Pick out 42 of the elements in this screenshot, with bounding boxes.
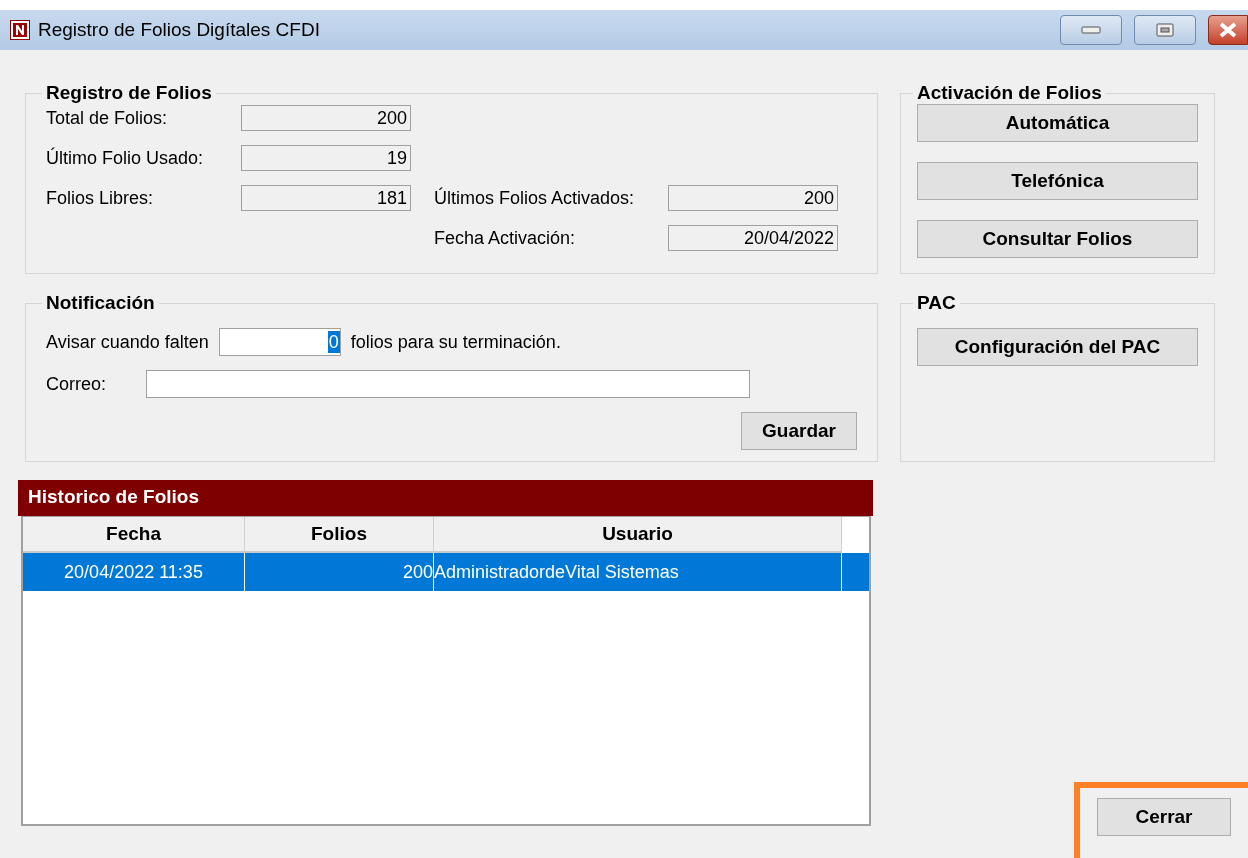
cerrar-button[interactable]: Cerrar	[1097, 798, 1231, 836]
app-logo-icon	[10, 20, 30, 40]
panel-header: Historico de Folios	[18, 480, 873, 516]
close-button[interactable]	[1208, 15, 1248, 45]
field-label: folios para su terminación.	[350, 331, 561, 353]
readonly-field: 19	[241, 145, 411, 171]
readonly-field: 200	[668, 185, 838, 211]
pac-config-button[interactable]: Configuración del PAC	[917, 328, 1198, 366]
field-label: Correo:	[46, 373, 107, 395]
activation-button[interactable]: Automática	[917, 104, 1198, 142]
field-label: Folios Libres:	[46, 187, 155, 209]
group-title: PAC	[916, 292, 957, 314]
table-cell[interactable]: AdministradordeVital Sistemas	[434, 553, 842, 591]
readonly-field: 200	[241, 105, 411, 131]
column-header[interactable]: Usuario	[434, 517, 842, 553]
column-header[interactable]: Folios	[245, 517, 434, 553]
save-button[interactable]: Guardar	[741, 412, 857, 450]
readonly-field: 20/04/2022	[668, 225, 838, 251]
group-title: Registro de Folios	[45, 82, 213, 104]
minimize-button[interactable]	[1060, 15, 1122, 45]
field-label: Avisar cuando falten	[46, 331, 209, 353]
window-title: Registro de Folios Digítales CFDI	[38, 19, 321, 41]
table-cell[interactable]: 200	[245, 553, 434, 591]
count-field[interactable]: 0	[218, 328, 341, 356]
group-title: Activación de Folios	[916, 82, 1103, 104]
column-header[interactable]: Fecha	[23, 517, 245, 553]
minimize-icon	[1081, 26, 1101, 34]
close-icon	[1219, 22, 1237, 38]
field-label: Total de Folios:	[46, 107, 169, 129]
activation-button[interactable]: Consultar Folios	[917, 220, 1198, 258]
activation-button[interactable]: Telefónica	[917, 162, 1198, 200]
selected-value: 0	[327, 331, 340, 353]
field-label: Último Folio Usado:	[46, 147, 205, 169]
table-cell[interactable]: 20/04/2022 11:35	[23, 553, 245, 591]
group-title: Notificación	[45, 292, 156, 314]
maximize-icon	[1156, 23, 1174, 37]
readonly-field: 181	[241, 185, 411, 211]
field-label: Últimos Folios Activados:	[434, 187, 636, 209]
field-label: Fecha Activación:	[434, 227, 577, 249]
email-field[interactable]	[146, 370, 751, 398]
row-highlight	[842, 553, 869, 591]
maximize-button[interactable]	[1134, 15, 1196, 45]
